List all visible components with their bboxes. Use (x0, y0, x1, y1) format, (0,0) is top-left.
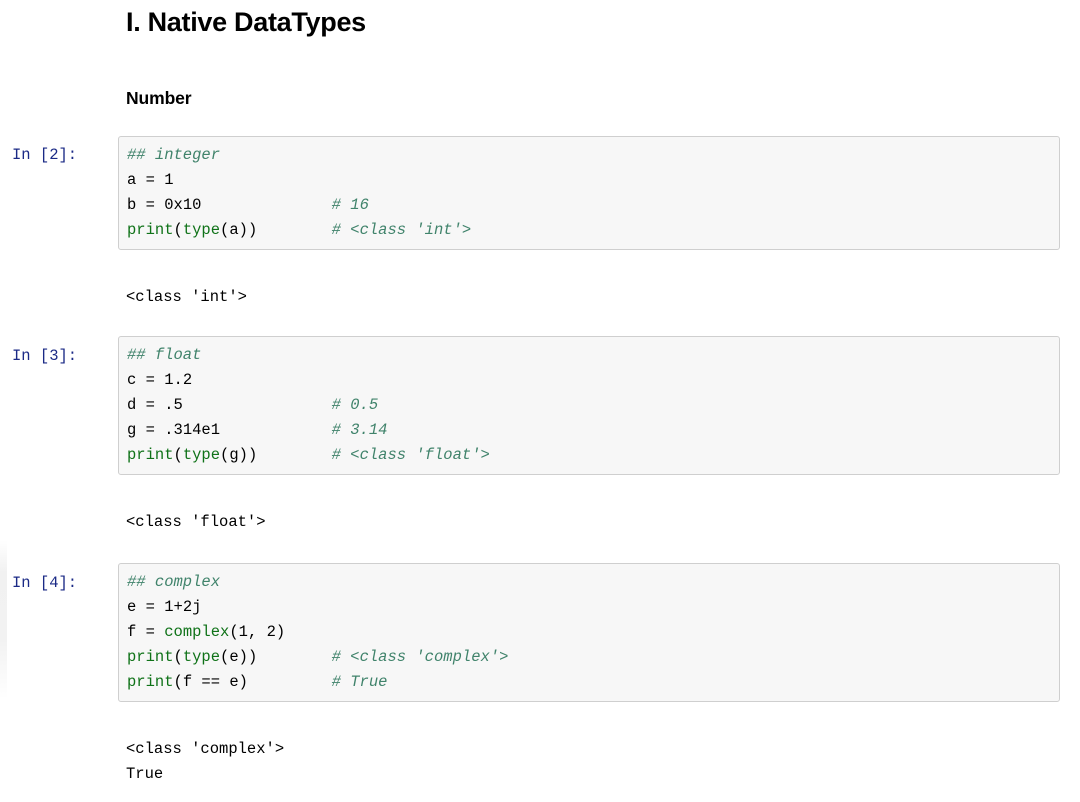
code-source-1[interactable]: ## integer a = 1 b = 0x10 # 16 print(typ… (119, 143, 1059, 243)
input-prompt-3[interactable]: In [4]: (12, 571, 110, 596)
page-title: I. Native DataTypes (126, 7, 366, 37)
code-source-2[interactable]: ## float c = 1.2 d = .5 # 0.5 g = .314e1… (119, 343, 1059, 468)
code-input-area-3[interactable]: ## complex e = 1+2j f = complex(1, 2) pr… (118, 563, 1060, 702)
code-input-area-2[interactable]: ## float c = 1.2 d = .5 # 0.5 g = .314e1… (118, 336, 1060, 475)
cell-output-3: <class 'complex'> True (126, 740, 285, 783)
code-source-3[interactable]: ## complex e = 1+2j f = complex(1, 2) pr… (119, 570, 1059, 695)
section-heading-number: Number (126, 88, 192, 108)
input-prompt-1[interactable]: In [2]: (12, 143, 110, 168)
cell-output-1: <class 'int'> (126, 288, 247, 306)
input-prompt-2[interactable]: In [3]: (12, 344, 110, 369)
cell-output-2: <class 'float'> (126, 513, 266, 531)
code-input-area-1[interactable]: ## integer a = 1 b = 0x10 # 16 print(typ… (118, 136, 1060, 250)
notebook-container: I. Native DataTypes Number In [2]: ## in… (0, 0, 1080, 802)
